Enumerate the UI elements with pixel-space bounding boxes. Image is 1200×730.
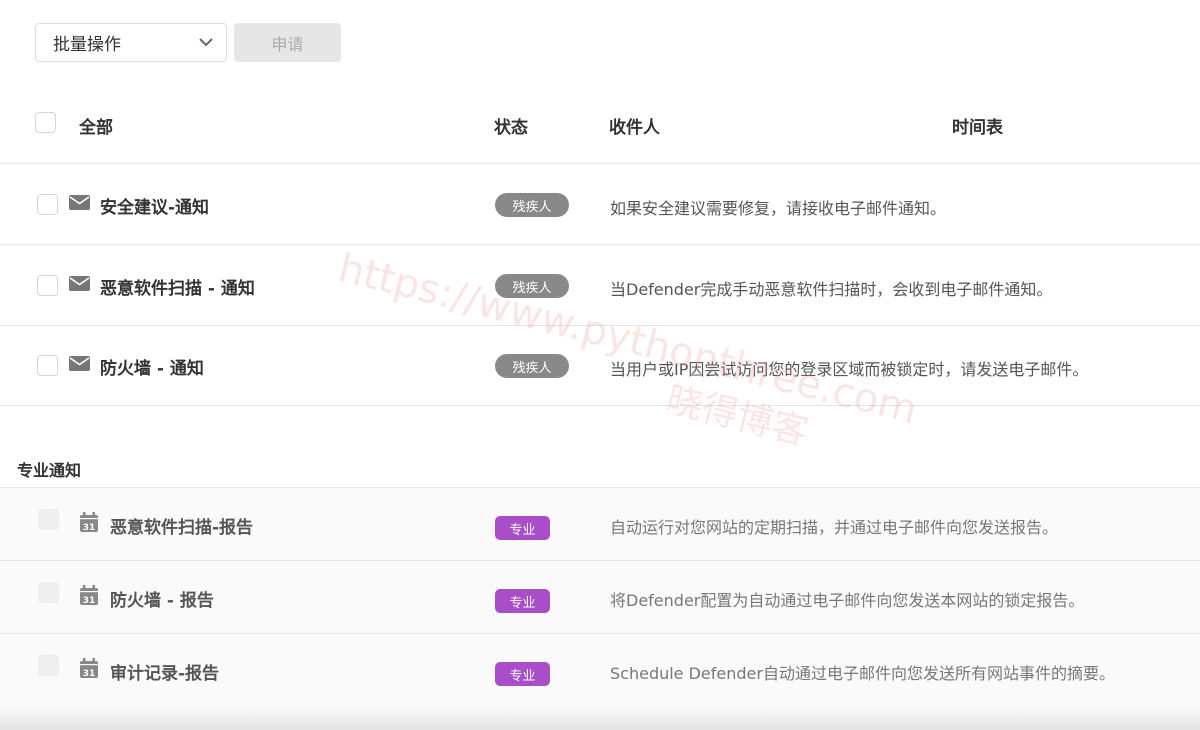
pro-badge[interactable]: 专业 bbox=[495, 662, 550, 686]
table-row: 31 审计记录-报告 专业 Schedule Defender自动通过电子邮件向… bbox=[0, 633, 1200, 706]
bulk-actions-toolbar: 批量操作 申请 bbox=[35, 23, 341, 62]
report-name: 防火墙 - 报告 bbox=[110, 591, 214, 611]
apply-button[interactable]: 申请 bbox=[234, 23, 341, 62]
svg-text:31: 31 bbox=[83, 523, 96, 532]
report-description: 将Defender配置为自动通过电子邮件向您发送本网站的锁定报告。 bbox=[610, 591, 1085, 610]
svg-text:31: 31 bbox=[83, 669, 96, 678]
svg-text:31: 31 bbox=[83, 596, 96, 605]
row-checkbox[interactable] bbox=[37, 275, 58, 296]
envelope-icon bbox=[69, 356, 90, 375]
status-badge: 残疾人 bbox=[495, 274, 569, 298]
header-recipients: 收件人 bbox=[609, 118, 660, 138]
table-row: 防火墙 - 通知 残疾人 当用户或IP因尝试访问您的登录区域而被锁定时，请发送电… bbox=[0, 325, 1200, 406]
row-checkbox bbox=[38, 582, 59, 603]
row-checkbox bbox=[38, 655, 59, 676]
calendar-icon: 31 bbox=[80, 585, 98, 609]
table-header: 全部 状态 收件人 时间表 bbox=[0, 83, 1200, 164]
header-status: 状态 bbox=[494, 118, 528, 138]
row-checkbox[interactable] bbox=[37, 194, 58, 215]
pro-badge[interactable]: 专业 bbox=[495, 589, 550, 613]
row-checkbox[interactable] bbox=[37, 355, 58, 376]
bulk-actions-select[interactable]: 批量操作 bbox=[35, 23, 227, 62]
status-badge: 残疾人 bbox=[495, 193, 569, 217]
table-row: 31 恶意软件扫描-报告 专业 自动运行对您网站的定期扫描，并通过电子邮件向您发… bbox=[0, 487, 1200, 560]
report-description: Schedule Defender自动通过电子邮件向您发送所有网站事件的摘要。 bbox=[610, 664, 1115, 683]
report-name: 恶意软件扫描-报告 bbox=[110, 518, 254, 538]
notification-name[interactable]: 安全建议-通知 bbox=[100, 193, 209, 218]
report-description: 自动运行对您网站的定期扫描，并通过电子邮件向您发送报告。 bbox=[610, 518, 1059, 537]
notification-name[interactable]: 恶意软件扫描 - 通知 bbox=[100, 274, 255, 299]
report-name: 审计记录-报告 bbox=[110, 664, 220, 684]
notification-description: 当Defender完成手动恶意软件扫描时，会收到电子邮件通知。 bbox=[610, 280, 1053, 299]
bottom-shadow bbox=[0, 706, 1200, 730]
notification-description: 如果安全建议需要修复，请接收电子邮件通知。 bbox=[610, 199, 947, 218]
select-all-checkbox[interactable] bbox=[35, 112, 56, 133]
pro-section-title: 专业通知 bbox=[17, 461, 82, 480]
table-row: 恶意软件扫描 - 通知 残疾人 当Defender完成手动恶意软件扫描时，会收到… bbox=[0, 245, 1200, 326]
row-checkbox bbox=[38, 509, 59, 530]
bulk-actions-value: 批量操作 bbox=[53, 35, 121, 55]
status-badge: 残疾人 bbox=[495, 354, 569, 378]
notification-description: 当用户或IP因尝试访问您的登录区域而被锁定时，请发送电子邮件。 bbox=[610, 360, 1089, 379]
header-schedule: 时间表 bbox=[952, 118, 1003, 138]
table-row: 31 防火墙 - 报告 专业 将Defender配置为自动通过电子邮件向您发送本… bbox=[0, 560, 1200, 633]
table-row: 安全建议-通知 残疾人 如果安全建议需要修复，请接收电子邮件通知。 bbox=[0, 164, 1200, 245]
notification-name[interactable]: 防火墙 - 通知 bbox=[100, 354, 204, 379]
envelope-icon bbox=[69, 276, 90, 295]
calendar-icon: 31 bbox=[80, 512, 98, 536]
pro-badge[interactable]: 专业 bbox=[495, 516, 550, 540]
header-all: 全部 bbox=[79, 118, 113, 138]
chevron-down-icon bbox=[198, 35, 214, 51]
envelope-icon bbox=[69, 195, 90, 214]
calendar-icon: 31 bbox=[80, 658, 98, 682]
